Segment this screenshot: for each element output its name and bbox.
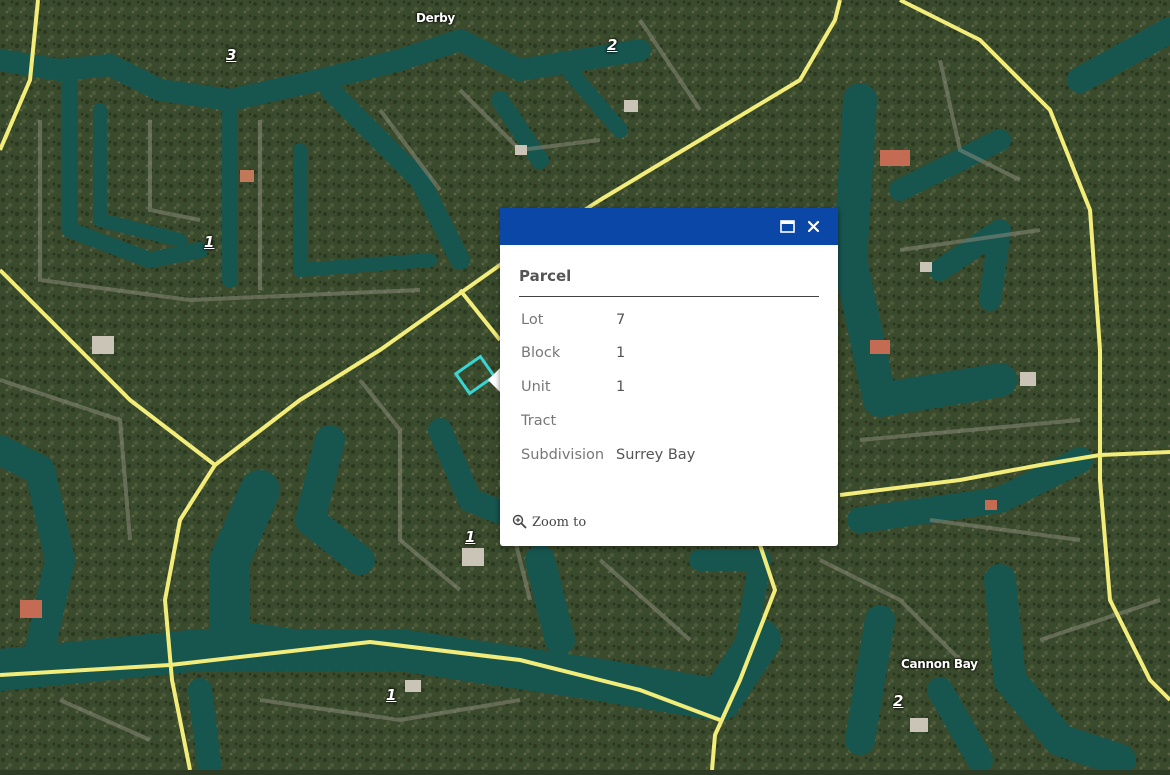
- lot-number-label: 1: [465, 528, 476, 546]
- field-label-tract: Tract: [521, 413, 557, 429]
- zoom-in-icon: [512, 514, 532, 530]
- lot-number-label: 3: [226, 46, 237, 64]
- lot-number-label: 2: [607, 36, 618, 54]
- close-icon[interactable]: [805, 218, 822, 235]
- popup-header: [500, 208, 838, 245]
- place-label-derby: Derby: [416, 11, 455, 25]
- field-value-unit: 1: [616, 379, 626, 395]
- lot-number-label: 1: [386, 686, 397, 704]
- title-divider: [519, 296, 819, 297]
- field-value-subdivision: Surrey Bay: [616, 447, 696, 463]
- field-value-block: 1: [616, 345, 626, 361]
- field-value-lot: 7: [616, 312, 626, 328]
- field-label-block: Block: [521, 345, 561, 361]
- lot-number-label: 1: [204, 233, 215, 251]
- parcel-popup: Parcel Lot 7 Block 1 Unit 1 Tract Subdiv…: [500, 208, 838, 546]
- field-label-subdivision: Subdivision: [521, 447, 605, 463]
- zoom-to-label: Zoom to: [532, 515, 587, 530]
- maximize-icon[interactable]: [779, 218, 796, 235]
- popup-title: Parcel: [519, 267, 572, 285]
- field-label-unit: Unit: [521, 379, 551, 395]
- field-label-lot: Lot: [521, 312, 544, 328]
- zoom-to-link[interactable]: Zoom to: [512, 514, 586, 530]
- popup-pointer: [488, 368, 500, 392]
- lot-number-label: 2: [893, 692, 904, 710]
- place-label-cannon-bay: Cannon Bay: [901, 657, 978, 671]
